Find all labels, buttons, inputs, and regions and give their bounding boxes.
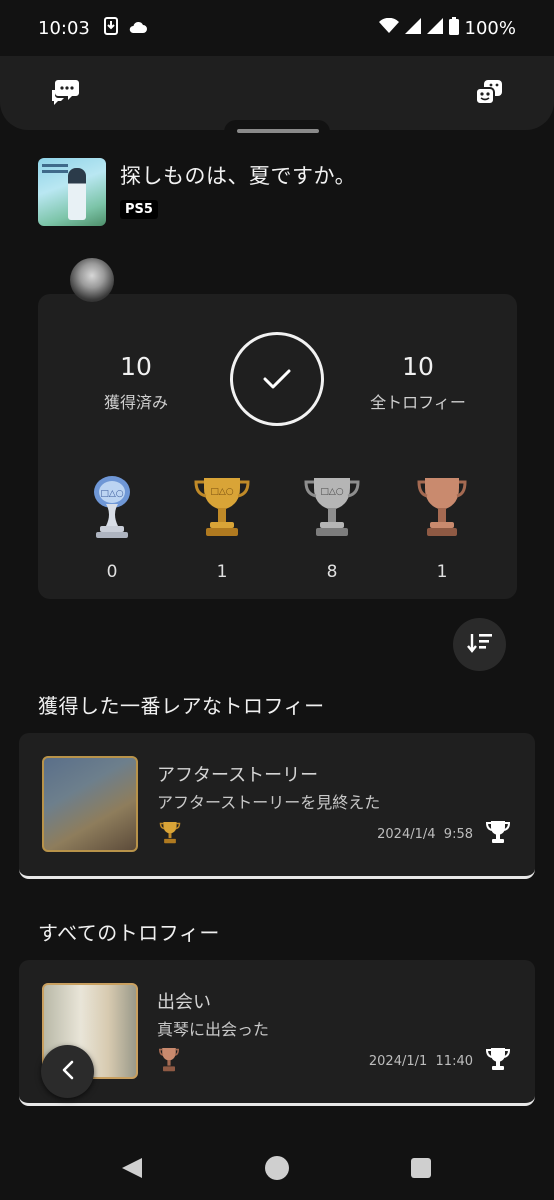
cloud-icon — [128, 18, 148, 39]
svg-text:□△○: □△○ — [100, 489, 123, 499]
trophy-name: アフターストーリー — [157, 765, 319, 786]
status-time: 10:03 — [38, 17, 90, 39]
bronze-trophy-icon — [158, 1046, 180, 1078]
total-label: 全トロフィー — [370, 393, 466, 412]
gold-count: 1 — [216, 562, 228, 582]
nav-recents-icon[interactable] — [411, 1158, 431, 1178]
silver-count: 8 — [326, 562, 338, 582]
bronze-count: 1 — [436, 562, 448, 582]
drag-handle[interactable] — [237, 129, 319, 133]
all-section-title: すべてのトロフィー — [38, 921, 220, 945]
download-icon — [103, 16, 118, 40]
signal-icon-2 — [426, 17, 443, 39]
platinum-count: 0 — [106, 562, 118, 582]
rarest-trophy-card[interactable]: アフターストーリー アフターストーリーを見終えた 2024/1/4 9:58 — [19, 733, 535, 879]
bronze-trophy-icon — [417, 478, 467, 546]
earned-time: 9:58 — [443, 827, 473, 842]
game-header: 探しものは、夏ですか。 PS5 — [38, 158, 356, 226]
earned-date: 2024/1/1 — [368, 1054, 428, 1069]
trophy-description: 真琴に出会った — [157, 1020, 270, 1039]
gold-column: □△○ 1 — [182, 474, 262, 582]
earned-date: 2024/1/4 — [377, 827, 436, 842]
avatar[interactable] — [70, 258, 114, 302]
earned-count: 10 — [120, 352, 152, 381]
total-stat: 10 全トロフィー — [338, 352, 498, 413]
complete-check-icon — [230, 332, 324, 426]
game-cover — [38, 158, 106, 226]
gold-trophy-icon — [159, 819, 181, 851]
silver-column: □△○ 8 — [292, 474, 372, 582]
trophy-description: アフターストーリーを見終えた — [157, 793, 381, 812]
earned-datetime: 2024/1/1 11:40 — [369, 1054, 473, 1069]
total-count: 10 — [402, 352, 434, 381]
gold-trophy-icon: □△○ — [192, 478, 252, 546]
chat-bubbles-icon[interactable] — [50, 78, 80, 110]
trophy-cup-icon — [485, 819, 511, 849]
earned-time: 11:40 — [435, 1054, 473, 1069]
sort-descending-icon — [466, 632, 493, 658]
earned-stat: 10 獲得済み — [56, 352, 216, 413]
battery-icon — [448, 16, 459, 40]
game-title: 探しものは、夏ですか。 — [120, 164, 357, 188]
platinum-column: □△○ 0 — [72, 474, 152, 582]
silver-trophy-icon: □△○ — [302, 478, 362, 546]
nav-home-icon[interactable] — [265, 1156, 289, 1180]
battery-percent: 100% — [464, 17, 516, 39]
svg-text:□△○: □△○ — [210, 487, 233, 497]
svg-text:□△○: □△○ — [320, 487, 343, 497]
earned-datetime: 2024/1/4 9:58 — [377, 827, 473, 842]
rarest-section-title: 獲得した一番レアなトロフィー — [38, 694, 325, 718]
bronze-column: 1 — [402, 474, 482, 582]
game-faces-icon[interactable] — [474, 78, 504, 110]
nav-back-icon[interactable] — [120, 1156, 144, 1184]
trophy-cup-icon — [485, 1046, 511, 1076]
status-bar: 10:03 100% — [0, 0, 554, 56]
platform-badge: PS5 — [120, 200, 158, 219]
system-nav-bar — [0, 1140, 554, 1200]
trophy-summary-card: 10 獲得済み 10 全トロフィー □△○ 0 □△○ 1 □△○ 8 1 — [38, 294, 517, 599]
sort-button[interactable] — [453, 618, 506, 671]
platinum-trophy-icon: □△○ — [84, 476, 140, 546]
back-button[interactable] — [41, 1045, 94, 1098]
trophy-list-item[interactable]: 出会い 真琴に出会った 2024/1/1 11:40 — [19, 960, 535, 1106]
trophy-image — [42, 756, 138, 852]
wifi-icon — [378, 17, 399, 39]
chevron-left-icon — [61, 1059, 75, 1085]
earned-label: 獲得済み — [103, 393, 168, 412]
top-sheet — [0, 56, 554, 130]
signal-icon — [404, 17, 421, 39]
trophy-name: 出会い — [157, 992, 211, 1013]
